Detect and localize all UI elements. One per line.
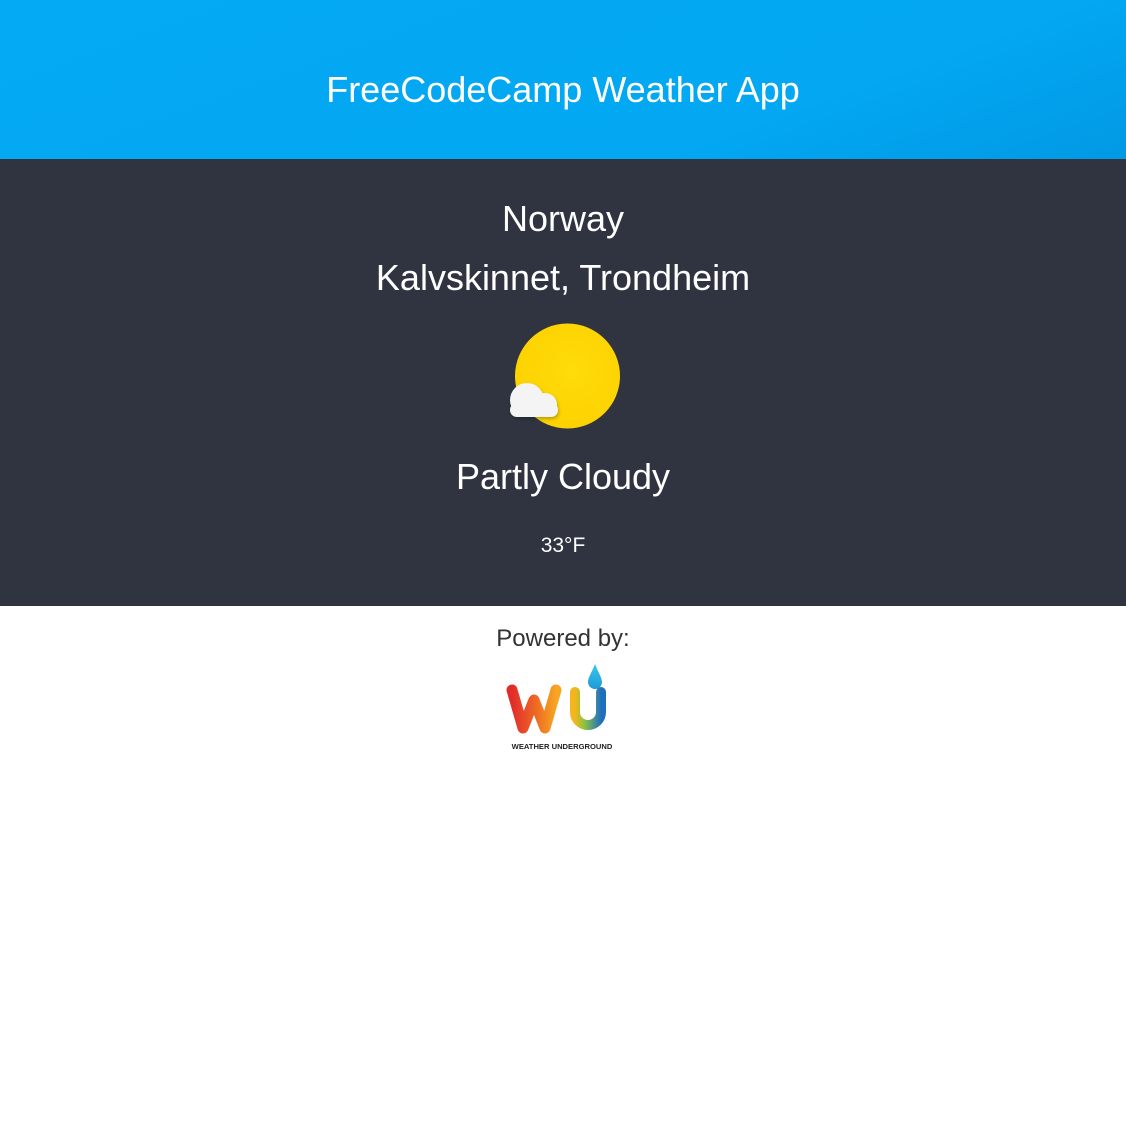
weather-underground-wordmark: WEATHER UNDERGROUND [512, 742, 613, 751]
weather-underground-logo[interactable]: WEATHER UNDERGROUND [505, 662, 621, 754]
partly-cloudy-icon [505, 323, 625, 433]
country-name: Norway [501, 198, 625, 239]
weather-panel: Norway Kalvskinnet, Trondheim Partly Clo… [0, 159, 1126, 606]
weather-condition: Partly Cloudy [455, 456, 671, 497]
powered-by-label: Powered by: [496, 625, 630, 652]
temperature-value: 33°F [540, 534, 586, 557]
app-title: FreeCodeCamp Weather App [326, 68, 800, 110]
location-name: Kalvskinnet, Trondheim [375, 257, 751, 298]
app-header: FreeCodeCamp Weather App [0, 0, 1126, 159]
